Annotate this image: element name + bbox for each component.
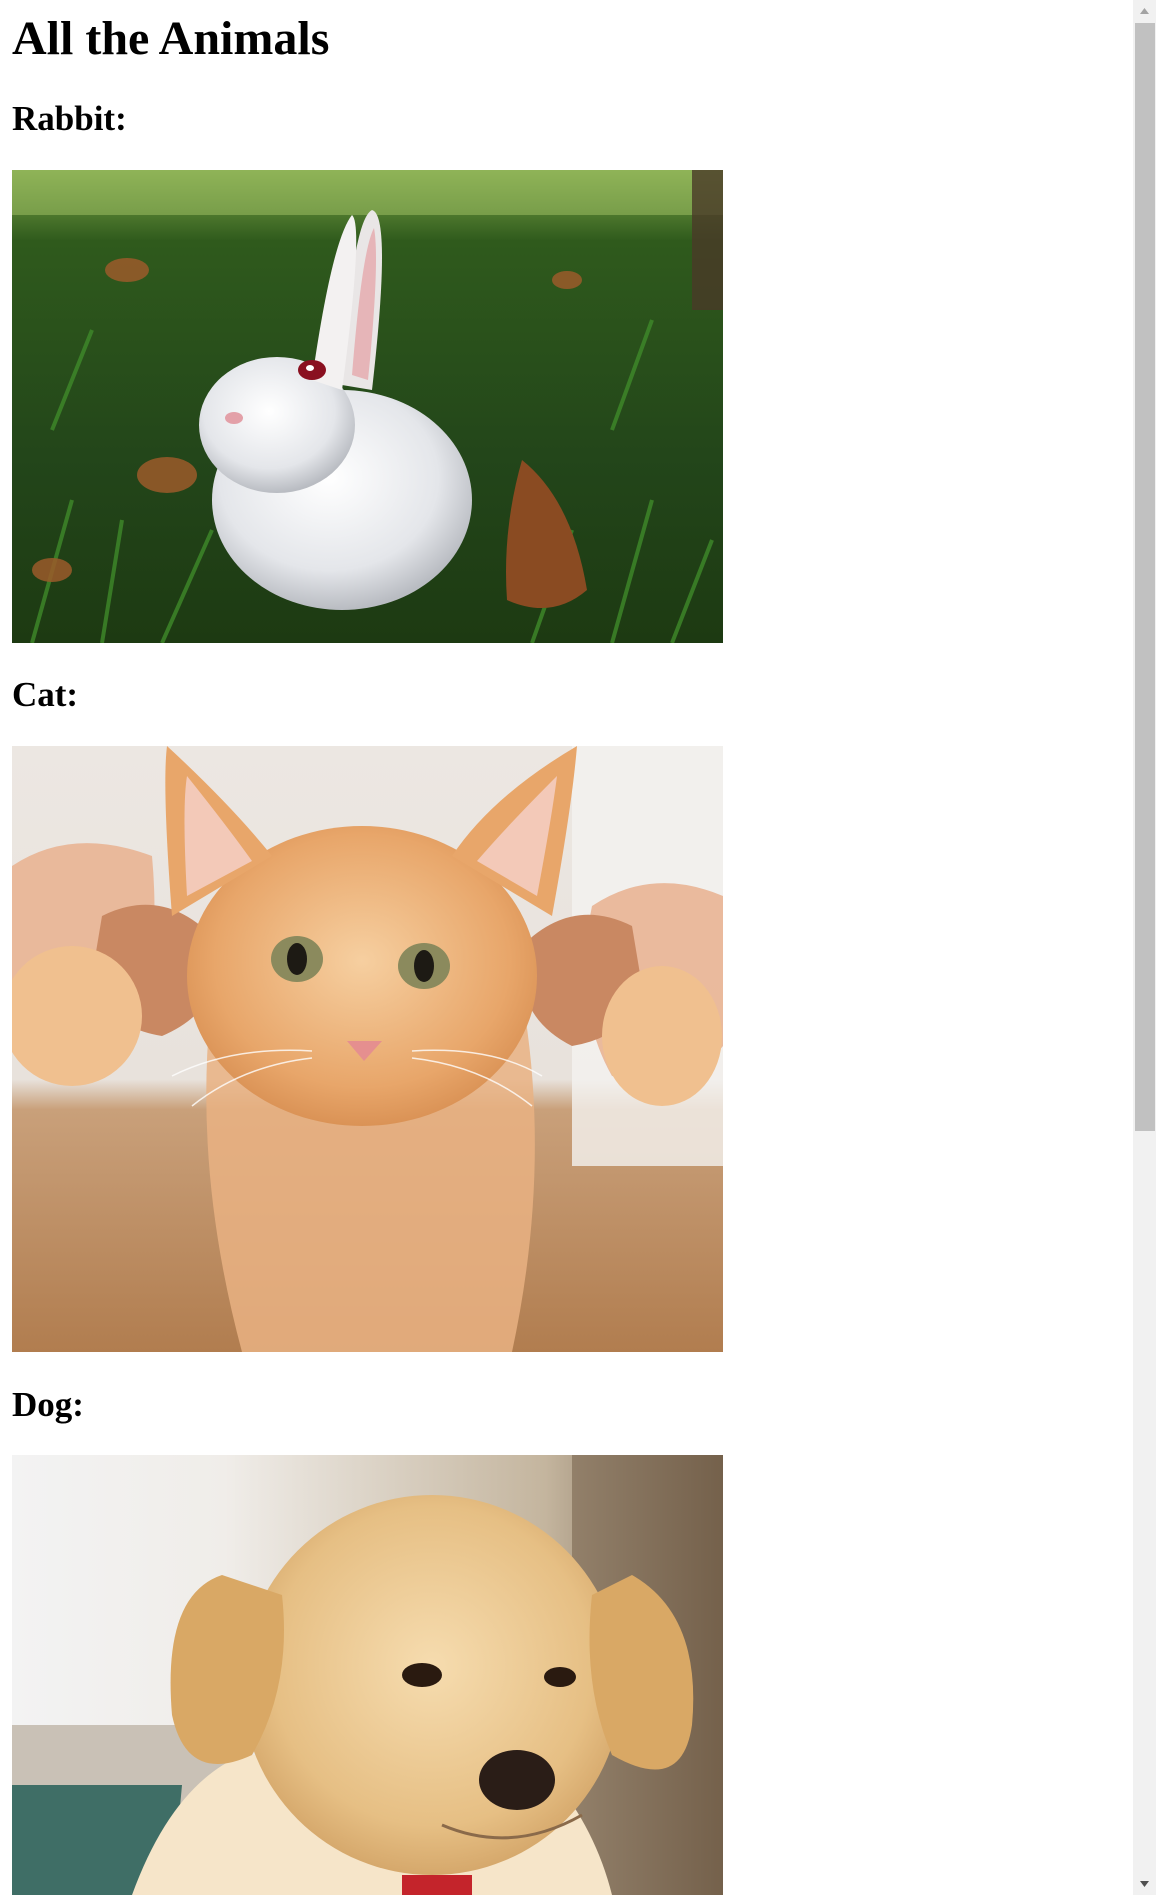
cat-heading: Cat: — [12, 675, 79, 714]
vertical-scrollbar[interactable] — [1133, 0, 1156, 1895]
scroll-up-arrow-icon[interactable] — [1133, 0, 1156, 23]
page-title: All the Animals — [12, 12, 330, 65]
dog-image — [12, 1455, 723, 1895]
scroll-thumb[interactable] — [1135, 23, 1155, 1131]
rabbit-heading: Rabbit: — [12, 99, 127, 138]
scroll-down-arrow-icon[interactable] — [1133, 1872, 1156, 1895]
cat-image — [12, 746, 723, 1352]
rabbit-image — [12, 170, 723, 643]
dog-heading: Dog: — [12, 1385, 84, 1424]
page-content: All the Animals Rabbit: Cat: Dog: — [0, 0, 1133, 1895]
